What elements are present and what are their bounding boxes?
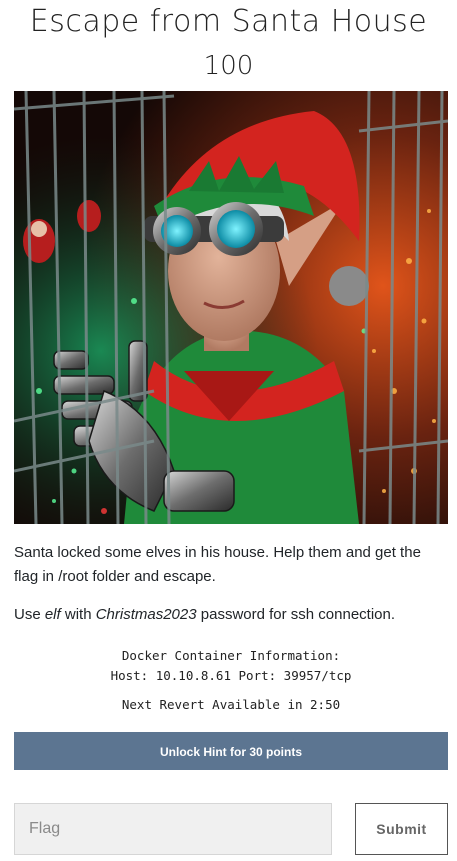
docker-host-line: Host: 10.10.8.61 Port: 39957/tcp [110,668,352,683]
challenge-description: Santa locked some elves in his house. He… [14,541,444,641]
ssh-credentials-paragraph: Use elf with Christmas2023 password for … [14,606,396,623]
docker-heading: Docker Container Information: [121,648,341,663]
submit-button[interactable]: Submit [355,803,448,855]
unlock-hint-button[interactable]: Unlock Hint for 30 points [14,732,448,770]
elf-in-cage-image [14,91,448,524]
docker-info: Docker Container Information: Host: 10.1… [0,646,457,686]
ssh-username: elf [44,606,61,623]
revert-timer: Next Revert Available in 2:50 [121,697,341,712]
flag-input[interactable] [14,803,332,855]
ssh-password: Christmas2023 [95,606,197,623]
challenge-title: Escape from Santa House [29,4,428,39]
description-paragraph: Santa locked some elves in his house. He… [14,544,421,585]
challenge-points: 100 [203,51,254,81]
